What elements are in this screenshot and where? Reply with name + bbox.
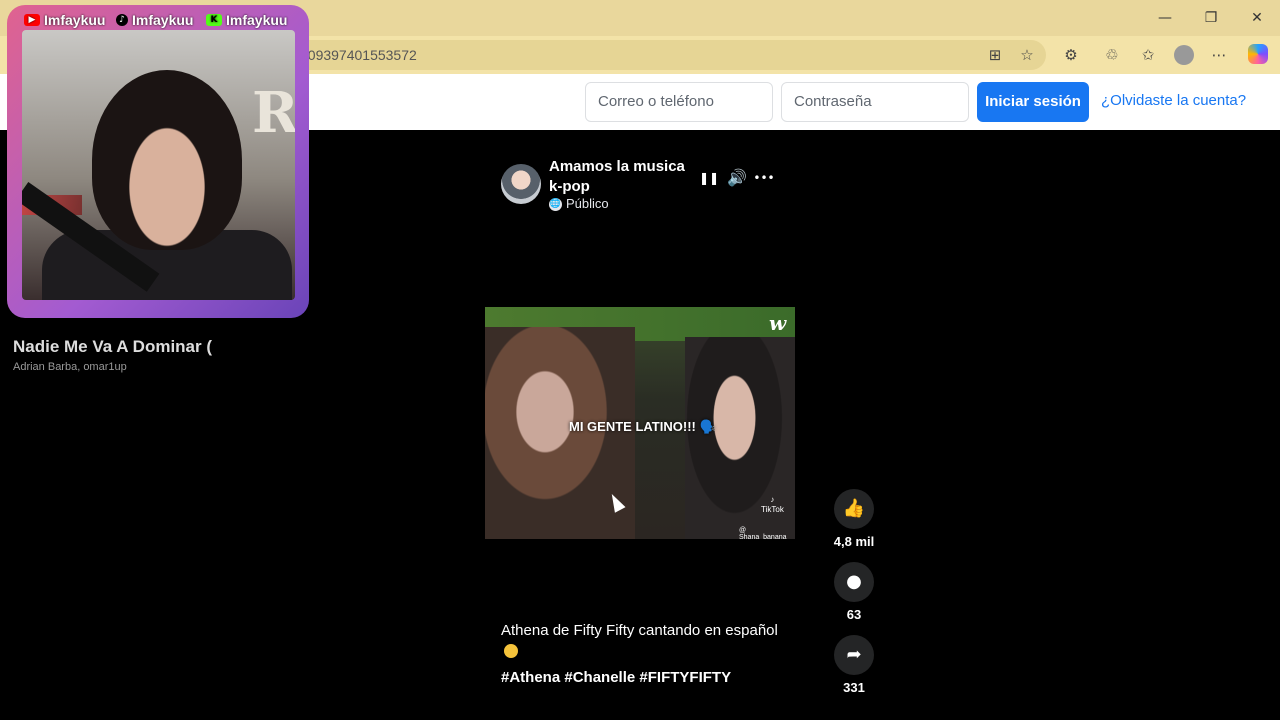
favorites-icon[interactable]: ✩ (1137, 44, 1159, 66)
pause-icon[interactable]: ❚❚ (698, 168, 720, 188)
kick-icon: K (206, 14, 222, 26)
youtube-icon: ▶ (24, 14, 40, 26)
youtube-handle-text: Imfaykuu (44, 12, 106, 28)
hashtags: #Athena #Chanelle #FIFTYFIFTY (501, 669, 731, 686)
kick-handle-text: Imfaykuu (226, 12, 288, 28)
share-count: 331 (843, 680, 865, 695)
tiktok-handle-text: Imfaykuu (132, 12, 194, 28)
forgot-account-link[interactable]: ¿Olvidaste la cuenta? (1101, 92, 1246, 109)
privacy-label: Público (566, 196, 609, 211)
share-button[interactable]: ➦ (834, 635, 874, 675)
tiktok-username: @ Shana_banana (739, 527, 787, 539)
extensions-icon[interactable]: ⚙ (1060, 44, 1082, 66)
post-description: Athena de Fifty Fifty cantando en españo… (501, 622, 778, 639)
browser-essentials-icon[interactable]: ♲ (1101, 44, 1123, 66)
password-field[interactable]: Contraseña (781, 82, 969, 122)
tiktok-icon: ♪ (116, 14, 128, 26)
comment-count: 63 (846, 607, 862, 622)
video-player[interactable]: w MI GENTE LATINO!!! 🗣️ ♪ TikTok @ Shana_… (485, 307, 795, 539)
flushed-emoji-icon (504, 644, 518, 658)
page-avatar[interactable] (501, 164, 541, 204)
minimize-button[interactable]: — (1152, 8, 1178, 28)
tiktok-handle: ♪ Imfaykuu (116, 12, 193, 28)
volume-icon[interactable]: 🔊 (726, 168, 748, 188)
restore-button[interactable]: ❐ (1198, 8, 1224, 28)
like-count: 4,8 mil (833, 534, 875, 549)
email-field[interactable]: Correo o teléfono (585, 82, 773, 122)
copilot-icon[interactable] (1248, 44, 1268, 64)
profile-icon[interactable] (1174, 45, 1194, 65)
hashtag-fiftyfifty[interactable]: #FIFTYFIFTY (639, 669, 731, 686)
tiktok-label: TikTok (761, 505, 784, 514)
page-name-link[interactable]: Amamos la musica k-pop (549, 157, 699, 197)
address-url-text[interactable]: 709397401553572 (300, 47, 417, 63)
app-available-icon[interactable]: ⊞ (984, 44, 1006, 66)
video-overlay-text: MI GENTE LATINO!!! 🗣️ (569, 419, 716, 434)
like-button[interactable]: 👍 (834, 489, 874, 529)
more-options-icon[interactable]: ••• (753, 168, 775, 188)
comment-button[interactable]: ● (834, 562, 874, 602)
globe-icon: 🌐 (549, 198, 562, 211)
more-icon[interactable]: ⋯ (1208, 44, 1230, 66)
weverse-watermark: w (769, 311, 787, 335)
favorite-star-icon[interactable]: ☆ (1016, 44, 1038, 66)
kick-handle: K Imfaykuu (206, 12, 287, 28)
now-playing-artist: Adrian Barba, omar1up (13, 361, 127, 373)
hashtag-chanelle[interactable]: #Chanelle (564, 669, 635, 686)
backdrop-letter: R (252, 80, 295, 146)
now-playing-title: Nadie Me Va A Dominar ( (13, 337, 213, 356)
webcam-feed: R (22, 30, 295, 300)
tiktok-watermark: ♪ TikTok (761, 495, 784, 514)
close-window-button[interactable]: ✕ (1244, 8, 1270, 28)
streamer-head (92, 70, 242, 250)
youtube-handle: ▶ Imfaykuu (24, 12, 105, 28)
login-button[interactable]: Iniciar sesión (977, 82, 1089, 122)
hashtag-athena[interactable]: #Athena (501, 669, 560, 686)
